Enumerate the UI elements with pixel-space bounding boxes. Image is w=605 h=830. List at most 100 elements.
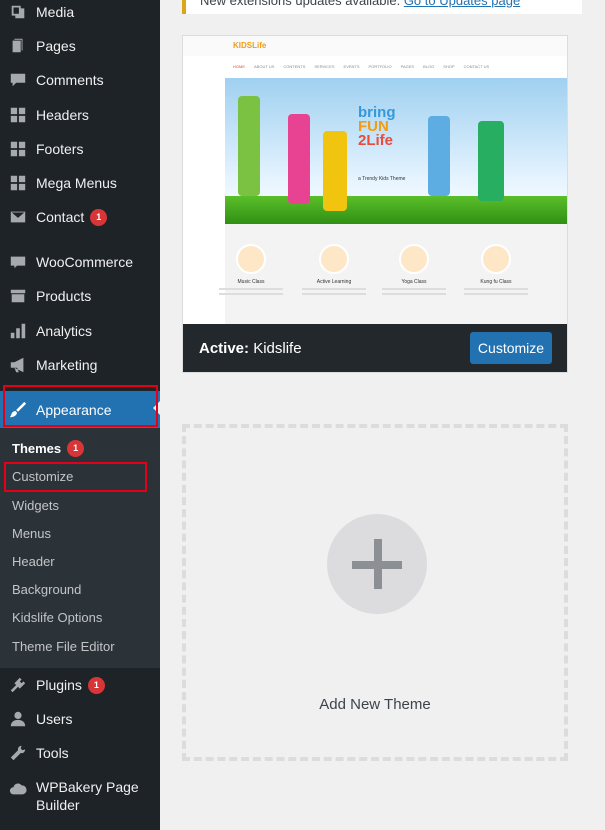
submenu-item-theme-file-editor[interactable]: Theme File Editor [12, 636, 115, 656]
paintbrush-icon [0, 401, 36, 419]
preview-nav-item: SHOP [443, 64, 455, 69]
sidebar-item-label: Media [36, 4, 75, 20]
preview-nav-item: BLOG [423, 64, 435, 69]
active-prefix: Active: [199, 340, 250, 357]
feature-line [219, 288, 283, 290]
submenu-item-label: Themes [12, 440, 62, 456]
feature-line [302, 288, 366, 290]
archive-icon [0, 287, 36, 305]
submenu-item-customize[interactable]: Customize [12, 466, 73, 486]
sidebar-item-comments[interactable]: Comments [0, 63, 160, 97]
preview-hero-subtitle: a Trendy Kids Theme [358, 176, 406, 182]
feature-title: Music Class [237, 279, 265, 285]
admin-sidebar: Media Pages Comments Headers Footers Meg… [0, 0, 160, 830]
submenu-item-header[interactable]: Header [12, 551, 55, 571]
hero-line-3: 2Life [358, 132, 394, 149]
megaphone-icon [0, 356, 36, 374]
sidebar-item-products[interactable]: Products [0, 279, 160, 313]
feature-line [382, 288, 446, 290]
feature-line [464, 293, 528, 295]
sidebar-item-label: Plugins [36, 677, 82, 693]
sidebar-item-users[interactable]: Users [0, 702, 160, 736]
user-icon [0, 710, 36, 728]
customize-button[interactable]: Customize [470, 332, 552, 364]
plug-icon [0, 676, 36, 694]
go-to-updates-link[interactable]: Go to Updates page [404, 0, 520, 8]
sidebar-item-label: Headers [36, 107, 89, 123]
sidebar-item-media[interactable]: Media [0, 0, 160, 29]
submenu-item-background[interactable]: Background [12, 579, 81, 599]
plus-icon [327, 514, 427, 614]
media-icon [0, 3, 36, 21]
sidebar-item-label: Comments [36, 72, 104, 88]
preview-kid-5 [478, 121, 504, 201]
feature-line [382, 293, 446, 295]
preview-nav-item: EVENTS [343, 64, 360, 69]
appearance-submenu: Themes 1 Customize Widgets Menus Header … [0, 428, 160, 668]
preview-logo: KIDSLife [233, 41, 267, 50]
woo-icon [0, 253, 36, 271]
sidebar-item-woocommerce[interactable]: WooCommerce [0, 245, 160, 279]
preview-feature: Yoga Class [374, 244, 454, 298]
notice-text: New extensions updates available. [200, 0, 401, 8]
themes-count-badge: 1 [67, 439, 85, 457]
pages-icon [0, 37, 36, 55]
sidebar-item-label: Analytics [36, 323, 93, 339]
theme-card-footer: Active: Kidslife Customize [183, 324, 567, 372]
sidebar-item-appearance[interactable]: Appearance [0, 391, 160, 429]
notice-text-line: New extensions updates available. Go to … [200, 0, 520, 8]
preview-grass [225, 196, 567, 224]
feature-avatar [319, 244, 349, 274]
preview-kid-1 [238, 96, 260, 196]
submenu-item-widgets[interactable]: Widgets [12, 495, 59, 515]
current-menu-arrow [153, 401, 160, 415]
sidebar-item-label: Users [36, 711, 73, 727]
preview-hero-title: bring FUN 2Life [358, 105, 396, 149]
plugins-count-badge: 1 [87, 676, 105, 694]
preview-kid-2 [288, 114, 310, 204]
feature-line [302, 293, 366, 295]
sidebar-item-wpbakery[interactable]: WPBakery Page Builder [0, 772, 160, 816]
sidebar-item-mega-menus[interactable]: Mega Menus [0, 166, 160, 200]
add-new-theme-label: Add New Theme [319, 696, 431, 713]
preview-nav: HOME ABOUT US CONTENTS SERVICES EVENTS P… [233, 64, 489, 69]
preview-nav-item: ABOUT US [254, 64, 275, 69]
sidebar-item-label: Contact [36, 209, 85, 225]
feature-avatar [481, 244, 511, 274]
sidebar-item-pages[interactable]: Pages [0, 29, 160, 63]
submenu-item-kidslife-options[interactable]: Kidslife Options [12, 607, 102, 627]
sidebar-item-tools[interactable]: Tools [0, 736, 160, 770]
submenu-item-themes[interactable]: Themes 1 [12, 438, 85, 458]
sidebar-item-contact[interactable]: Contact 1 [0, 200, 160, 234]
sidebar-item-analytics[interactable]: Analytics [0, 314, 160, 348]
mail-icon [0, 208, 36, 226]
theme-screenshot[interactable]: KIDSLife HOME ABOUT US CONTENTS SERVICES… [183, 36, 567, 324]
add-new-theme-card[interactable]: Add New Theme [182, 424, 568, 761]
feature-title: Active Learning [316, 279, 352, 285]
preview-nav-item: CONTACT US [463, 64, 490, 69]
contact-count-badge: 1 [90, 208, 108, 226]
sidebar-item-label: WooCommerce [36, 254, 133, 270]
feature-title: Kung fu Class [480, 279, 512, 285]
feature-title: Yoga Class [401, 279, 427, 285]
active-theme-name: Kidslife [253, 340, 302, 357]
submenu-item-menus[interactable]: Menus [12, 523, 51, 543]
bar-chart-icon [0, 322, 36, 340]
sidebar-item-marketing[interactable]: Marketing [0, 348, 160, 382]
sidebar-item-footers[interactable]: Footers [0, 132, 160, 166]
wrench-icon [0, 744, 36, 762]
preview-nav-item: SERVICES [314, 64, 335, 69]
preview-nav-item: PAGES [400, 64, 415, 69]
grid-icon [0, 140, 36, 158]
sidebar-item-plugins[interactable]: Plugins 1 [0, 668, 160, 702]
active-theme-label: Active: Kidslife [199, 340, 302, 357]
feature-avatar [399, 244, 429, 274]
cloud-icon [0, 778, 36, 798]
sidebar-item-label: Products [36, 288, 92, 304]
preview-nav-item: HOME [233, 64, 245, 69]
sidebar-item-label: Footers [36, 141, 84, 157]
sidebar-item-label: Marketing [36, 357, 98, 373]
sidebar-item-headers[interactable]: Headers [0, 98, 160, 132]
preview-nav-item: PORTFOLIO [368, 64, 392, 69]
active-theme-card[interactable]: KIDSLife HOME ABOUT US CONTENTS SERVICES… [182, 35, 568, 373]
